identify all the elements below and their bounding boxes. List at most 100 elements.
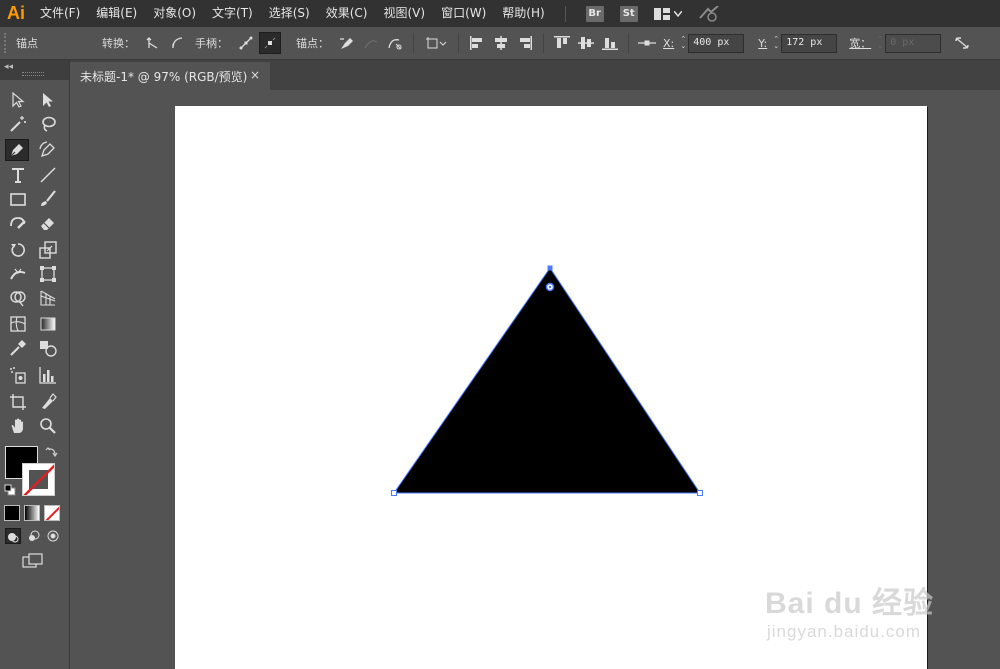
type-icon [12,168,24,183]
line-segment-tool[interactable] [36,164,60,186]
reference-point-button[interactable] [636,32,658,54]
convert-to-corner-button[interactable] [142,32,164,54]
anchor-title: 锚点 [16,37,38,50]
column-graph-icon [39,367,56,384]
none-mode-button[interactable] [44,505,60,521]
tools-panel-grip[interactable] [22,72,44,76]
align-right-button[interactable] [514,32,536,54]
no-stroke-slash-icon [23,464,54,495]
menu-type[interactable]: 文字(T) [204,0,261,27]
selection-tool[interactable] [6,89,30,111]
width-stepper: ⌃ ⌄ [877,35,884,50]
align-bottom-button[interactable] [599,32,621,54]
mesh-icon [10,316,26,332]
selection-arrow-icon [12,91,25,108]
bridge-button[interactable]: Br [585,5,604,22]
gradient-tool[interactable] [36,313,60,335]
menu-object[interactable]: 对象(O) [145,0,204,27]
x-field[interactable]: 400 px [688,33,745,53]
gradient-mode-button[interactable] [24,505,40,521]
align-bottom-icon [602,38,618,50]
menu-file[interactable]: 文件(F) [32,0,88,27]
shape-builder-icon [10,291,26,307]
screen-mode-icon[interactable] [22,553,44,569]
close-icon[interactable]: × [250,68,260,82]
stock-button[interactable]: St [619,5,638,22]
rectangle-icon [10,193,26,206]
eyedropper-tool[interactable] [6,337,30,359]
default-fill-stroke-icon[interactable] [4,484,16,496]
menu-divider [564,5,566,22]
control-divider [543,33,544,53]
direct-selection-tool[interactable] [36,89,60,111]
gpu-performance-button[interactable] [698,5,720,22]
lasso-tool[interactable] [36,113,60,135]
curvature-tool[interactable] [36,139,60,161]
isolate-object-icon [426,37,447,49]
menu-window[interactable]: 窗口(W) [433,0,494,27]
align-center-button[interactable] [490,32,512,54]
draw-normal-button[interactable] [5,528,21,544]
type-tool[interactable] [6,164,30,186]
shape-builder-tool[interactable] [6,287,30,309]
menu-effect[interactable]: 效果(C) [318,0,376,27]
shaper-tool[interactable] [6,212,30,234]
convert-to-smooth-button[interactable] [166,32,188,54]
stroke-swatch[interactable] [22,463,55,496]
paintbrush-tool[interactable] [36,188,60,210]
symbol-sprayer-tool[interactable] [6,364,30,386]
hide-handles-icon [264,37,276,49]
cut-path-button[interactable] [384,32,406,54]
hand-tool[interactable] [6,415,30,437]
align-left-button[interactable] [466,32,488,54]
convert-smooth-icon [172,37,183,49]
lasso-icon [42,116,56,132]
workspace-switcher[interactable] [653,7,682,20]
color-mode-button[interactable] [4,505,20,521]
width-tool[interactable] [6,263,30,285]
hide-handles-button[interactable] [259,32,281,54]
mesh-tool[interactable] [6,313,30,335]
draw-inside-icon[interactable] [46,529,60,543]
free-transform-tool[interactable] [36,263,60,285]
scale-tool[interactable] [36,239,60,261]
x-stepper[interactable]: ⌃ ⌄ [678,34,688,52]
zoom-tool[interactable] [36,415,60,437]
rotate-tool[interactable] [6,239,30,261]
rectangle-tool[interactable] [6,188,30,210]
remove-anchor-button[interactable] [336,32,358,54]
eraser-tool[interactable] [36,212,60,234]
show-handles-button[interactable] [235,32,257,54]
align-top-button[interactable] [551,32,573,54]
menu-edit[interactable]: 编辑(E) [88,0,145,27]
draw-normal-icon [8,533,19,543]
watermark: Bai du 经验 jingyan.baidu.com [765,578,934,642]
blend-tool[interactable] [36,337,60,359]
y-stepper[interactable]: ⌃ ⌄ [771,34,781,52]
align-middle-button[interactable] [575,32,597,54]
y-label: Y: [758,36,768,50]
constrain-proportions-button[interactable] [951,32,973,54]
swap-fill-stroke-icon[interactable] [45,445,59,459]
eyedropper-icon [10,340,26,356]
y-field[interactable]: 172 px [781,33,838,53]
menu-view[interactable]: 视图(V) [375,0,433,27]
pen-tool[interactable] [5,139,29,161]
tools-panel-header[interactable]: ◂◂ [0,60,69,80]
menu-select[interactable]: 选择(S) [261,0,318,27]
magic-wand-tool[interactable] [6,113,30,135]
draw-behind-icon[interactable] [27,529,41,543]
menu-help[interactable]: 帮助(H) [494,0,552,27]
document-tab[interactable]: 未标题-1* @ 97% (RGB/预览) × [70,62,270,90]
collapse-panel-icon[interactable]: ◂◂ [4,62,13,72]
convert-label: 转换： [102,37,135,50]
connect-endpoints-button [360,32,382,54]
column-graph-tool[interactable] [36,364,60,386]
slice-tool[interactable] [36,391,60,413]
isolate-object-button[interactable] [421,32,451,54]
direct-selection-arrow-icon [43,93,53,107]
tools-panel: ◂◂ [0,60,70,669]
artboard-tool[interactable] [6,391,30,413]
scale-icon [39,241,57,259]
perspective-grid-tool[interactable] [36,287,60,309]
